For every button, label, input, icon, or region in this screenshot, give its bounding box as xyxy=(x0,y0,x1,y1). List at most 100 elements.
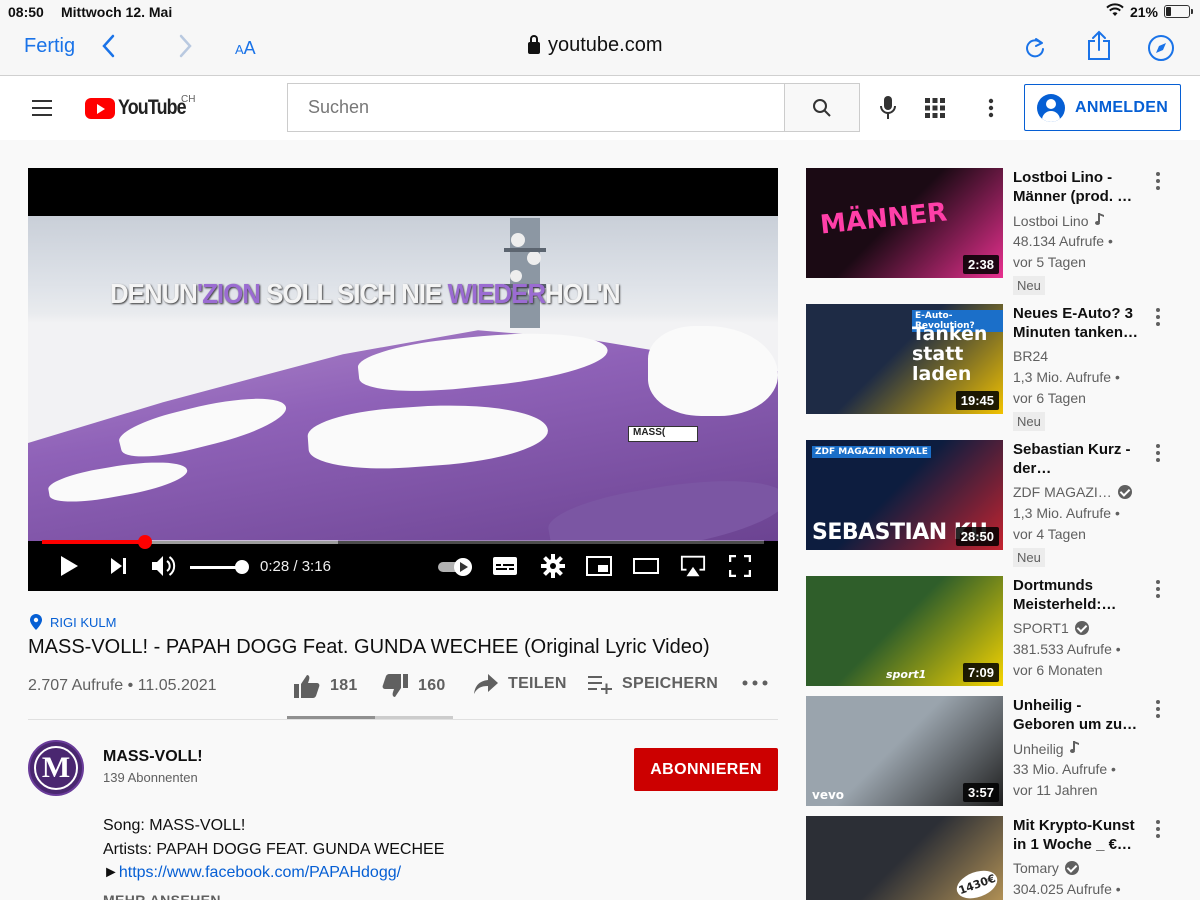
subscribe-button[interactable]: ABONNIEREN xyxy=(634,748,778,791)
share-arrow-icon xyxy=(474,674,498,694)
channel-name[interactable]: MASS-VOLL! xyxy=(103,748,203,766)
recommendation-title[interactable]: Unheilig - Geboren um zu… xyxy=(1013,696,1143,734)
recommendation-item[interactable]: E-Auto-Revolution? Tanken statt laden 19:4… xyxy=(806,304,1190,431)
vertical-dots-icon[interactable] xyxy=(1152,444,1164,466)
recommendation-title[interactable]: Sebastian Kurz - der… xyxy=(1013,440,1143,478)
status-right: 21% xyxy=(1106,3,1193,20)
settings-button[interactable] xyxy=(540,553,566,579)
vertical-dots-icon[interactable] xyxy=(1152,700,1164,722)
theater-mode-button[interactable] xyxy=(633,553,659,579)
recommendation-item[interactable]: vevo 3:57 Unheilig - Geboren um zu… Unheili… xyxy=(806,696,1190,808)
recommendation-title[interactable]: Mit Krypto-Kunst in 1 Woche _ €… xyxy=(1013,816,1143,854)
music-note-icon xyxy=(1069,740,1080,757)
save-label: SPEICHERN xyxy=(622,675,719,692)
vertical-dots-icon xyxy=(988,98,994,118)
recommendation-channel: Unheilig xyxy=(1013,740,1080,757)
skip-next-icon xyxy=(111,558,126,574)
search-input[interactable] xyxy=(288,84,784,131)
voice-search-button[interactable] xyxy=(874,94,902,122)
show-more-button[interactable]: MEHR ANSEHEN xyxy=(103,892,221,900)
video-thumbnail[interactable]: MÄNNER 2:38 xyxy=(806,168,1003,278)
video-player[interactable]: DENUN'ZION SOLL SICH NIE WIEDERHOL'N MAS… xyxy=(28,168,778,591)
recommendation-channel: Tomary xyxy=(1013,860,1079,876)
settings-more-button[interactable] xyxy=(977,94,1005,122)
recommendation-views: 381.533 Aufrufe • xyxy=(1013,641,1121,657)
channel-name: ZDF MAGAZI… xyxy=(1013,484,1112,500)
subtitles-icon xyxy=(493,557,517,575)
compass-button[interactable] xyxy=(1147,34,1175,62)
sign-in-button[interactable]: ANMELDEN xyxy=(1024,84,1181,131)
thumbnail-text: sport1 xyxy=(886,668,927,681)
video-thumbnail[interactable]: ZDF MAGAZIN ROYALE SEBASTIAN KU 28:50 xyxy=(806,440,1003,550)
description-link-line: ►https://www.facebook.com/PAPAHdogg/ xyxy=(103,861,444,885)
done-button[interactable]: Fertig xyxy=(24,35,75,58)
dislike-button[interactable]: 160 xyxy=(382,674,446,698)
forward-button[interactable] xyxy=(176,33,194,66)
back-button[interactable] xyxy=(100,33,118,66)
dislike-count: 160 xyxy=(418,677,446,694)
recommendation-title[interactable]: Neues E-Auto? 3 Minuten tanken… xyxy=(1013,304,1143,342)
miniplayer-button[interactable] xyxy=(586,553,612,579)
battery-percent: 21% xyxy=(1129,3,1158,20)
next-button[interactable] xyxy=(106,553,132,579)
recommendation-item[interactable]: 1430€ Mit Krypto-Kunst in 1 Woche _ €… Tom… xyxy=(806,816,1190,900)
share-video-button[interactable]: TEILEN xyxy=(474,674,567,694)
microphone-icon xyxy=(880,96,896,119)
horizontal-dots-icon xyxy=(742,680,768,686)
reader-text-button[interactable]: AA xyxy=(235,38,256,59)
channel-name: Unheilig xyxy=(1013,740,1064,757)
airplay-button[interactable] xyxy=(680,553,706,579)
video-thumbnail[interactable]: E-Auto-Revolution? Tanken statt laden 19:4… xyxy=(806,304,1003,414)
autoplay-toggle[interactable] xyxy=(438,558,472,576)
vertical-dots-icon[interactable] xyxy=(1152,820,1164,842)
location-tag[interactable]: RIGI KULM xyxy=(30,614,116,630)
status-time: 08:50 xyxy=(8,4,44,20)
reload-button[interactable] xyxy=(1021,34,1049,62)
url-text: youtube.com xyxy=(548,34,663,56)
video-actions: 181 160 TEILEN SPEICHERN xyxy=(290,674,778,704)
vertical-dots-icon[interactable] xyxy=(1152,172,1164,194)
mute-button[interactable] xyxy=(150,553,176,579)
sign-in-label: ANMELDEN xyxy=(1075,98,1169,116)
apps-button[interactable] xyxy=(921,94,949,122)
youtube-logo[interactable]: YouTube CH xyxy=(85,94,198,120)
recommendation-views: 33 Mio. Aufrufe • xyxy=(1013,761,1116,777)
video-thumbnail[interactable]: 1430€ xyxy=(806,816,1003,900)
location-text: RIGI KULM xyxy=(50,614,117,630)
subtitles-button[interactable] xyxy=(492,553,518,579)
thumbnail-text: MÄNNER xyxy=(818,197,949,241)
playlist-add-icon xyxy=(588,676,612,694)
address-bar[interactable]: youtube.com xyxy=(528,34,663,57)
lyric-part: WIEDER xyxy=(447,278,546,309)
menu-icon[interactable] xyxy=(32,100,52,121)
save-button[interactable]: SPEICHERN xyxy=(588,674,718,694)
share-button[interactable] xyxy=(1084,30,1112,60)
volume-icon xyxy=(152,556,176,576)
like-count: 181 xyxy=(330,677,358,694)
channel-avatar-letter: M xyxy=(34,746,78,790)
recommendation-age: vor 5 Tagen xyxy=(1013,254,1086,270)
facebook-link[interactable]: https://www.facebook.com/PAPAHdogg/ xyxy=(119,864,401,881)
vertical-dots-icon[interactable] xyxy=(1152,308,1164,330)
play-button[interactable] xyxy=(56,553,82,579)
search-button[interactable] xyxy=(784,83,860,132)
fullscreen-button[interactable] xyxy=(727,553,753,579)
like-button[interactable]: 181 xyxy=(294,674,358,698)
more-actions-button[interactable] xyxy=(742,680,768,686)
recommendation-item[interactable]: ZDF MAGAZIN ROYALE SEBASTIAN KU 28:50 Sebas… xyxy=(806,440,1190,567)
recommendation-title[interactable]: Lostboi Lino - Männer (prod. … xyxy=(1013,168,1143,206)
vertical-dots-icon[interactable] xyxy=(1152,580,1164,602)
video-thumbnail[interactable]: vevo 3:57 xyxy=(806,696,1003,806)
ios-status-bar: 08:50 Mittwoch 12. Mai 21% xyxy=(0,0,1200,24)
recommendation-item[interactable]: MÄNNER 2:38 Lostboi Lino - Männer (prod. …… xyxy=(806,168,1190,295)
channel-avatar[interactable]: M xyxy=(28,740,84,796)
video-duration: 19:45 xyxy=(955,391,999,410)
recommendation-title[interactable]: Dortmunds Meisterheld:… xyxy=(1013,576,1143,614)
recommendation-item[interactable]: sport1 7:09 Dortmunds Meisterheld:… SPORT1 3… xyxy=(806,576,1190,688)
music-note-icon xyxy=(1094,212,1105,229)
volume-handle[interactable] xyxy=(235,560,249,574)
location-pin-icon xyxy=(30,614,42,630)
video-duration: 28:50 xyxy=(955,527,999,546)
video-thumbnail[interactable]: sport1 7:09 xyxy=(806,576,1003,686)
verified-icon xyxy=(1117,485,1132,499)
